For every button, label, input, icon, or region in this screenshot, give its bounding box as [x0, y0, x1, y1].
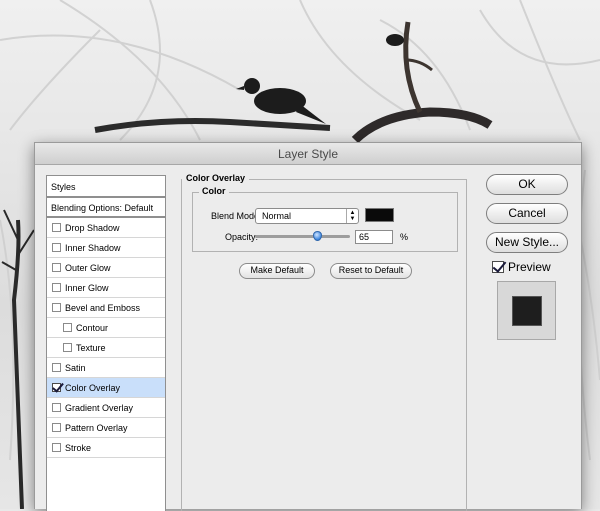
cancel-button[interactable]: Cancel — [486, 203, 568, 224]
opacity-label: Opacity: — [225, 232, 259, 242]
updown-arrows-icon: ▲ ▼ — [346, 209, 358, 223]
new-style-button[interactable]: New Style... — [486, 232, 568, 253]
style-checkbox[interactable] — [52, 243, 61, 252]
style-item-label: Satin — [65, 362, 86, 373]
style-item-label: Gradient Overlay — [65, 402, 134, 413]
color-group: Color Blend Mode: Normal ▲ ▼ Opacity: 65 … — [192, 186, 458, 252]
style-item-inner-shadow[interactable]: Inner Shadow — [47, 238, 165, 258]
group-title: Color — [199, 186, 229, 196]
style-item-label: Inner Shadow — [65, 242, 121, 253]
opacity-slider[interactable] — [255, 231, 350, 241]
preview-checkbox[interactable] — [492, 261, 504, 273]
panel-title: Color Overlay — [182, 173, 250, 183]
style-checkbox[interactable] — [63, 323, 72, 332]
style-checkbox[interactable] — [52, 303, 61, 312]
style-checkbox[interactable] — [52, 223, 61, 232]
style-item-gradient-overlay[interactable]: Gradient Overlay — [47, 398, 165, 418]
reset-to-default-button[interactable]: Reset to Default — [330, 263, 412, 279]
style-item-contour[interactable]: Contour — [47, 318, 165, 338]
style-checkbox[interactable] — [52, 403, 61, 412]
style-item-bevel-and-emboss[interactable]: Bevel and Emboss — [47, 298, 165, 318]
style-item-pattern-overlay[interactable]: Pattern Overlay — [47, 418, 165, 438]
blend-mode-select[interactable]: Normal ▲ ▼ — [255, 208, 359, 224]
styles-list: Styles Blending Options: Default Drop Sh… — [46, 175, 166, 511]
style-item-label: Bevel and Emboss — [65, 302, 141, 313]
blend-mode-value: Normal — [262, 211, 292, 221]
style-item-texture[interactable]: Texture — [47, 338, 165, 358]
styles-header[interactable]: Styles — [47, 176, 165, 198]
preview-label: Preview — [508, 260, 551, 274]
style-item-label: Inner Glow — [65, 282, 109, 293]
style-item-inner-glow[interactable]: Inner Glow — [47, 278, 165, 298]
blending-options-item[interactable]: Blending Options: Default — [47, 198, 165, 218]
style-item-label: Pattern Overlay — [65, 422, 128, 433]
style-checkbox[interactable] — [52, 363, 61, 372]
style-item-outer-glow[interactable]: Outer Glow — [47, 258, 165, 278]
color-swatch[interactable] — [365, 208, 394, 222]
style-checkbox[interactable] — [52, 423, 61, 432]
style-item-satin[interactable]: Satin — [47, 358, 165, 378]
style-checkbox[interactable] — [52, 383, 61, 392]
layer-style-dialog: Layer Style Styles Blending Options: Def… — [34, 142, 582, 511]
style-checkbox[interactable] — [52, 283, 61, 292]
style-item-label: Outer Glow — [65, 262, 111, 273]
style-item-label: Stroke — [65, 442, 92, 453]
color-overlay-panel: Color Overlay Color Blend Mode: Normal ▲… — [181, 173, 467, 511]
preview-swatch — [512, 296, 542, 326]
preview-toggle[interactable]: Preview — [492, 260, 551, 274]
style-items: Drop Shadow Inner Shadow Outer Glow Inner G… — [47, 218, 165, 458]
style-item-color-overlay[interactable]: Color Overlay — [47, 378, 165, 398]
slider-thumb[interactable] — [312, 231, 322, 241]
make-default-button[interactable]: Make Default — [239, 263, 315, 279]
style-checkbox[interactable] — [52, 443, 61, 452]
style-item-stroke[interactable]: Stroke — [47, 438, 165, 458]
style-item-label: Color Overlay — [65, 382, 121, 393]
style-preview — [497, 281, 556, 340]
style-checkbox[interactable] — [52, 263, 61, 272]
style-item-label: Contour — [76, 322, 109, 333]
style-checkbox[interactable] — [63, 343, 72, 352]
style-item-label: Drop Shadow — [65, 222, 120, 233]
ok-button[interactable]: OK — [486, 174, 568, 195]
dialog-title: Layer Style — [35, 143, 581, 165]
opacity-input[interactable]: 65 — [355, 230, 393, 244]
blend-mode-label: Blend Mode: — [211, 211, 262, 221]
style-item-drop-shadow[interactable]: Drop Shadow — [47, 218, 165, 238]
style-item-label: Texture — [76, 342, 106, 353]
percent-sign: % — [400, 232, 409, 242]
